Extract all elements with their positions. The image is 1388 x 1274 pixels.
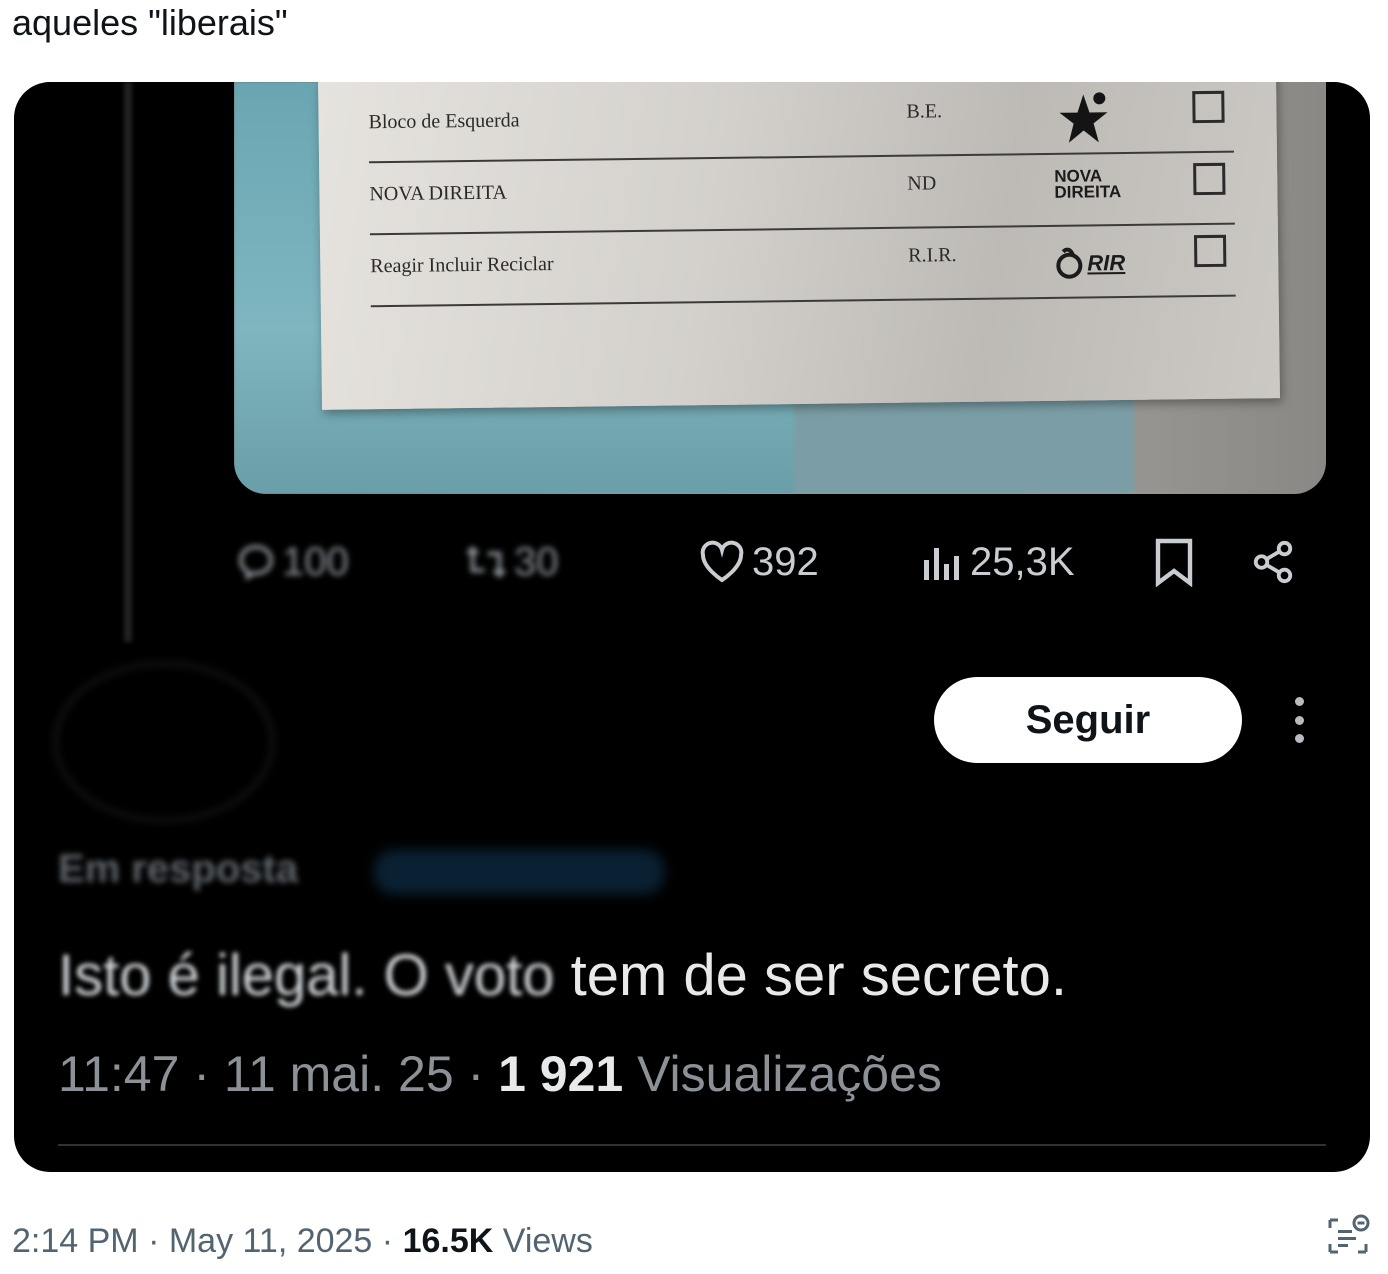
ballot-checkbox — [1193, 162, 1226, 196]
ballot-checkbox — [1192, 90, 1225, 124]
reply-meta: 11:47 · 11 mai. 25 · 1 921 Visualizações — [58, 1046, 942, 1102]
tweet-views-label: Views — [502, 1222, 593, 1260]
action-bar: 100 30 392 25,3K — [14, 532, 1370, 592]
ballot-photo[interactable]: Bloco de Esquerda B.E. NOVA DIREITA ND N… — [234, 82, 1326, 494]
reply-count: 100 — [282, 539, 349, 584]
share-icon — [1253, 540, 1293, 584]
party-name: NOVA DIREITA — [369, 181, 508, 206]
reply-views-count: 1 921 — [498, 1046, 624, 1102]
divider — [58, 1144, 1326, 1146]
logo-text: NOVA DIREITA — [1054, 166, 1122, 202]
views-count: 25,3K — [970, 539, 1075, 584]
party-name: Reagir Incluir Reciclar — [370, 253, 554, 278]
reply-button[interactable]: 100 — [236, 532, 349, 592]
heart-icon — [700, 540, 744, 583]
bookmark-button[interactable] — [1154, 532, 1194, 592]
reply-icon — [238, 544, 274, 581]
tweet-footer: 2:14 PM · May 11, 2025 · 16.5K Views — [12, 1222, 593, 1260]
party-abbr: B.E. — [906, 100, 943, 123]
reply-text: Isto é ilegal. O voto tem de ser secreto… — [58, 942, 1067, 1010]
ballot-paper: Bloco de Esquerda B.E. NOVA DIREITA ND N… — [318, 82, 1280, 410]
bookmark-icon — [1155, 538, 1193, 587]
views-stat[interactable]: 25,3K — [920, 532, 1075, 592]
tweet-time[interactable]: 2:14 PM — [12, 1222, 139, 1260]
tweet-text: aqueles "liberais" — [12, 2, 288, 43]
tweet-views-count: 16.5K — [402, 1222, 494, 1260]
ballot-row: Reagir Incluir Reciclar R.I.R. RIR — [369, 224, 1236, 308]
avatar[interactable] — [54, 662, 274, 822]
repost-button[interactable]: 30 — [464, 532, 559, 592]
share-button[interactable] — [1250, 532, 1296, 592]
ballot-checkbox — [1193, 234, 1227, 268]
reply-to-handle[interactable] — [374, 850, 664, 894]
logo-text: RIR — [1087, 250, 1126, 276]
tweet-date[interactable]: May 11, 2025 — [169, 1222, 373, 1260]
nova-direita-logo: NOVA DIREITA — [1054, 166, 1145, 219]
reply-text-clear: tem de ser secreto. — [554, 943, 1068, 1008]
repost-icon — [466, 545, 506, 579]
more-options-icon[interactable] — [1284, 697, 1314, 743]
like-button[interactable]: 392 — [698, 532, 819, 592]
reply-text-blurred: Isto é ilegal. O voto — [58, 943, 555, 1008]
follow-button[interactable]: Seguir — [934, 677, 1242, 763]
embedded-screenshot[interactable]: Bloco de Esquerda B.E. NOVA DIREITA ND N… — [14, 82, 1370, 1172]
party-abbr: ND — [907, 172, 937, 195]
reply-views-label: Visualizações — [637, 1046, 942, 1102]
rir-logo: RIR — [1055, 238, 1146, 289]
repost-count: 30 — [514, 539, 559, 584]
analytics-icon — [924, 548, 959, 580]
grok-analyze-icon[interactable] — [1324, 1212, 1372, 1260]
party-name: Bloco de Esquerda — [368, 109, 520, 134]
like-count: 392 — [752, 539, 819, 584]
reply-to-label: Em resposta — [58, 847, 299, 891]
reply-date[interactable]: 11 mai. 25 — [224, 1046, 454, 1102]
ballot-row: Bloco de Esquerda B.E. — [368, 82, 1234, 164]
star-icon — [1053, 90, 1144, 143]
reply-time[interactable]: 11:47 — [58, 1046, 179, 1102]
ballot-row: NOVA DIREITA ND NOVA DIREITA — [369, 152, 1235, 236]
party-abbr: R.I.R. — [908, 244, 957, 267]
